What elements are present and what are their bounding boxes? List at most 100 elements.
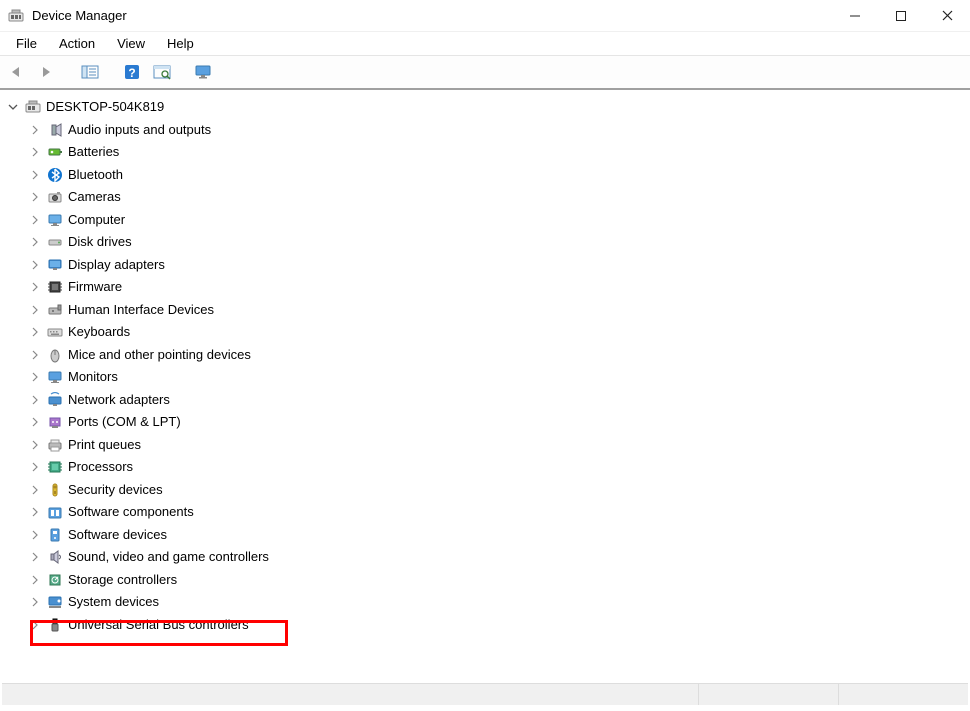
tree-category-node[interactable]: Sound, video and game controllers bbox=[8, 546, 970, 569]
window-controls bbox=[832, 0, 970, 32]
show-hide-console-tree-button[interactable] bbox=[78, 60, 102, 84]
battery-icon bbox=[46, 143, 64, 161]
menu-action[interactable]: Action bbox=[49, 34, 105, 53]
expander-icon[interactable] bbox=[30, 327, 44, 337]
tree-root-node[interactable]: DESKTOP-504K819 bbox=[8, 96, 970, 119]
tree-category-node[interactable]: Processors bbox=[8, 456, 970, 479]
tree-category-node[interactable]: Storage controllers bbox=[8, 569, 970, 592]
help-button[interactable]: ? bbox=[120, 60, 144, 84]
tree-category-label: Security devices bbox=[68, 479, 163, 502]
titlebar: Device Manager bbox=[0, 0, 970, 32]
expander-icon[interactable] bbox=[30, 282, 44, 292]
expander-icon[interactable] bbox=[30, 552, 44, 562]
tree-category-label: Software devices bbox=[68, 524, 167, 547]
keyboard-icon bbox=[46, 323, 64, 341]
printer-icon bbox=[46, 436, 64, 454]
monitor-button[interactable] bbox=[192, 60, 216, 84]
scan-hardware-button[interactable] bbox=[150, 60, 174, 84]
ports-icon bbox=[46, 413, 64, 431]
tree-category-node[interactable]: Cameras bbox=[8, 186, 970, 209]
expander-icon[interactable] bbox=[8, 102, 22, 112]
tree-category-label: Processors bbox=[68, 456, 133, 479]
tree-category-node[interactable]: Software components bbox=[8, 501, 970, 524]
toolbar: ? bbox=[0, 56, 970, 90]
tree-category-label: Computer bbox=[68, 209, 125, 232]
menu-file[interactable]: File bbox=[6, 34, 47, 53]
tree-category-label: Keyboards bbox=[68, 321, 130, 344]
tree-category-node[interactable]: System devices bbox=[8, 591, 970, 614]
tree-category-node[interactable]: Display adapters bbox=[8, 254, 970, 277]
camera-icon bbox=[46, 188, 64, 206]
tree-category-node[interactable]: Mice and other pointing devices bbox=[8, 344, 970, 367]
tree-category-label: Mice and other pointing devices bbox=[68, 344, 251, 367]
tree-category-node[interactable]: Audio inputs and outputs bbox=[8, 119, 970, 142]
tree-category-label: Disk drives bbox=[68, 231, 132, 254]
tree-category-node[interactable]: Computer bbox=[8, 209, 970, 232]
tree-category-label: Human Interface Devices bbox=[68, 299, 214, 322]
device-tree[interactable]: DESKTOP-504K819 Audio inputs and outputs… bbox=[0, 90, 970, 681]
expander-icon[interactable] bbox=[30, 170, 44, 180]
expander-icon[interactable] bbox=[30, 372, 44, 382]
tree-category-label: Audio inputs and outputs bbox=[68, 119, 211, 142]
close-button[interactable] bbox=[924, 0, 970, 32]
tree-category-label: Bluetooth bbox=[68, 164, 123, 187]
mouse-icon bbox=[46, 346, 64, 364]
tree-category-node[interactable]: Disk drives bbox=[8, 231, 970, 254]
expander-icon[interactable] bbox=[30, 417, 44, 427]
svg-text:?: ? bbox=[128, 66, 135, 80]
tree-category-node[interactable]: Batteries bbox=[8, 141, 970, 164]
tree-category-node[interactable]: Human Interface Devices bbox=[8, 299, 970, 322]
computer-root-icon bbox=[24, 98, 42, 116]
tree-category-label: Ports (COM & LPT) bbox=[68, 411, 181, 434]
expander-icon[interactable] bbox=[30, 530, 44, 540]
tree-category-label: Sound, video and game controllers bbox=[68, 546, 269, 569]
tree-category-node[interactable]: Print queues bbox=[8, 434, 970, 457]
tree-category-label: System devices bbox=[68, 591, 159, 614]
expander-icon[interactable] bbox=[30, 440, 44, 450]
menu-help[interactable]: Help bbox=[157, 34, 204, 53]
tree-category-node[interactable]: Ports (COM & LPT) bbox=[8, 411, 970, 434]
expander-icon[interactable] bbox=[30, 485, 44, 495]
bluetooth-icon bbox=[46, 166, 64, 184]
cpu-icon bbox=[46, 458, 64, 476]
app-icon bbox=[8, 8, 24, 24]
monitor-icon bbox=[46, 368, 64, 386]
menu-view[interactable]: View bbox=[107, 34, 155, 53]
tree-root-label: DESKTOP-504K819 bbox=[46, 96, 164, 119]
tree-category-label: Batteries bbox=[68, 141, 119, 164]
hid-icon bbox=[46, 301, 64, 319]
expander-icon[interactable] bbox=[30, 395, 44, 405]
tree-category-node[interactable]: Security devices bbox=[8, 479, 970, 502]
sound-icon bbox=[46, 548, 64, 566]
swcomp-icon bbox=[46, 503, 64, 521]
expander-icon[interactable] bbox=[30, 192, 44, 202]
expander-icon[interactable] bbox=[30, 305, 44, 315]
tree-category-node[interactable]: Network adapters bbox=[8, 389, 970, 412]
window-title: Device Manager bbox=[32, 8, 127, 23]
forward-button[interactable] bbox=[36, 60, 60, 84]
expander-icon[interactable] bbox=[30, 597, 44, 607]
expander-icon[interactable] bbox=[30, 507, 44, 517]
storage-icon bbox=[46, 571, 64, 589]
tree-category-node[interactable]: Monitors bbox=[8, 366, 970, 389]
tree-category-node[interactable]: Firmware bbox=[8, 276, 970, 299]
tree-category-node[interactable]: Keyboards bbox=[8, 321, 970, 344]
expander-icon[interactable] bbox=[30, 260, 44, 270]
minimize-button[interactable] bbox=[832, 0, 878, 32]
expander-icon[interactable] bbox=[30, 350, 44, 360]
tree-category-label: Firmware bbox=[68, 276, 122, 299]
network-icon bbox=[46, 391, 64, 409]
expander-icon[interactable] bbox=[30, 215, 44, 225]
expander-icon[interactable] bbox=[30, 147, 44, 157]
expander-icon[interactable] bbox=[30, 125, 44, 135]
expander-icon[interactable] bbox=[30, 462, 44, 472]
expander-icon[interactable] bbox=[30, 575, 44, 585]
menubar: File Action View Help bbox=[0, 32, 970, 56]
tree-category-label: Display adapters bbox=[68, 254, 165, 277]
tree-category-node[interactable]: Software devices bbox=[8, 524, 970, 547]
tree-category-node[interactable]: Bluetooth bbox=[8, 164, 970, 187]
disk-icon bbox=[46, 233, 64, 251]
back-button[interactable] bbox=[6, 60, 30, 84]
expander-icon[interactable] bbox=[30, 237, 44, 247]
maximize-button[interactable] bbox=[878, 0, 924, 32]
